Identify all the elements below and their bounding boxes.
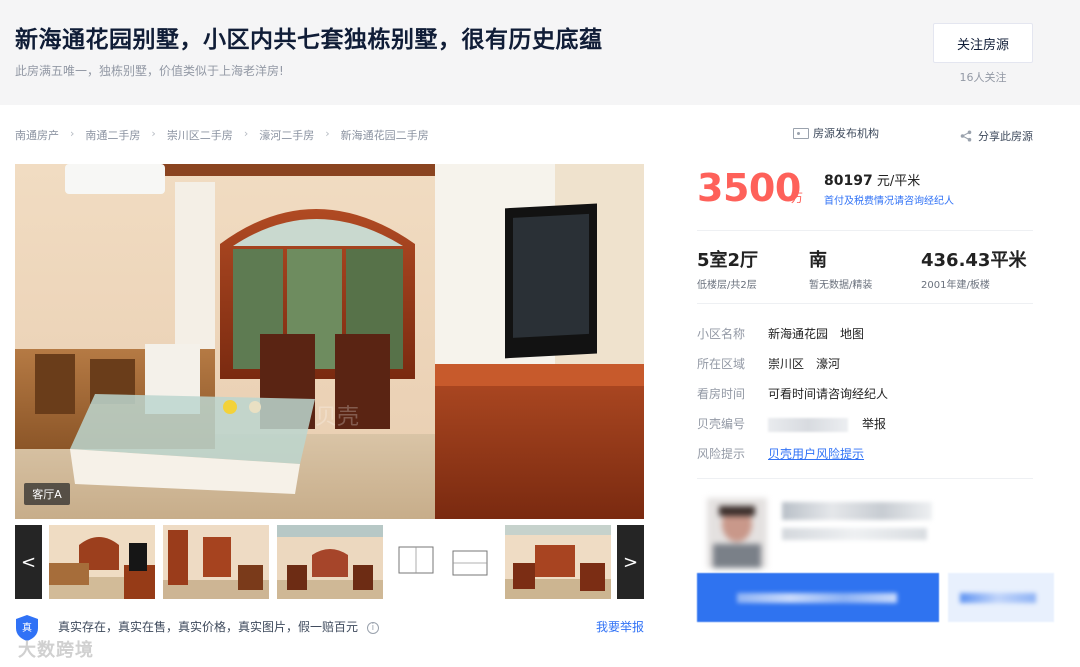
- breadcrumb-separator: ›: [243, 127, 249, 140]
- district-link[interactable]: 崇川区: [768, 357, 804, 371]
- info-icon[interactable]: i: [366, 621, 379, 634]
- listing-agency-link[interactable]: 房源发布机构: [793, 125, 879, 141]
- info-key: 所在区域: [697, 357, 746, 371]
- thumbnail-dining-room[interactable]: [277, 525, 383, 599]
- info-row-risk: 风险提示 贝壳用户风险提示: [697, 445, 888, 475]
- divider: [697, 303, 1033, 304]
- thumbnail-strip: < >: [15, 525, 644, 599]
- fact-orientation: 南 暂无数据/精装: [809, 246, 921, 291]
- tax-inquiry-link[interactable]: 首付及税费情况请咨询经纪人: [824, 192, 954, 207]
- breadcrumb-separator: ›: [151, 127, 156, 140]
- agent-secondary-label-redacted: [960, 593, 1036, 603]
- guarantee-text: 真实存在，真实在售，真实价格，真实图片，假一赔百元: [58, 620, 359, 634]
- thumbnail-room[interactable]: [163, 525, 269, 599]
- info-key: 看房时间: [697, 387, 746, 401]
- info-row-code: 贝壳编号 举报: [697, 415, 888, 445]
- info-row-area: 所在区域 崇川区 濠河: [697, 355, 888, 385]
- authenticity-guarantee: 真 真实存在，真实在售，真实价格，真实图片，假一赔百元 i 我要举报: [15, 614, 644, 650]
- contact-agent-label-redacted: [737, 593, 897, 603]
- listing-code-redacted: [768, 417, 848, 432]
- total-price-unit: 万: [791, 191, 804, 205]
- community-link[interactable]: 新海通花园: [768, 327, 828, 341]
- breadcrumb-item-community-resale[interactable]: 新海通花园二手房: [341, 127, 429, 143]
- risk-notice-link[interactable]: 贝壳用户风险提示: [768, 445, 864, 462]
- agent-detail-redacted: [782, 528, 927, 540]
- breadcrumb: 南通房产 › 南通二手房 › 崇川区二手房 › 濠河二手房 › 新海通花园二手房: [15, 127, 429, 143]
- follow-count: 16人关注: [959, 71, 1007, 84]
- room-label: 客厅A: [24, 483, 70, 505]
- thumbnail-living-room[interactable]: [49, 525, 155, 599]
- report-listing-link[interactable]: 我要举报: [596, 618, 644, 635]
- info-row-visit: 看房时间 可看时间请咨询经纪人: [697, 385, 888, 415]
- page-subtitle: 此房满五唯一，独栋别墅，价值类似于上海老洋房!: [15, 64, 284, 78]
- info-key: 贝壳编号: [697, 417, 746, 431]
- subdistrict-link[interactable]: 濠河: [816, 357, 840, 371]
- breadcrumb-separator: ›: [70, 127, 75, 140]
- share-icon: [960, 130, 972, 142]
- unit-price: 80197 元/平米: [824, 170, 920, 189]
- listing-header: 新海通花园别墅，小区内共七套独栋别墅，很有历史底蕴 此房满五唯一，独栋别墅，价值…: [0, 0, 1080, 105]
- info-value: 可看时间请咨询经纪人: [768, 387, 889, 401]
- thumbnail-floorplan[interactable]: [391, 525, 497, 599]
- follow-listing-button[interactable]: 关注房源: [933, 23, 1033, 63]
- fact-orientation-main: 南: [809, 250, 827, 271]
- info-value: 新海通花园 地图: [768, 325, 864, 342]
- fact-layout-main: 5室2厅: [697, 250, 759, 271]
- shield-label: 真: [22, 621, 32, 634]
- agent-secondary-button[interactable]: [948, 573, 1054, 622]
- info-row-community: 小区名称 新海通花园 地图: [697, 325, 888, 355]
- divider: [697, 230, 1033, 231]
- thumbnail-living-room-2[interactable]: [505, 525, 611, 599]
- breadcrumb-item-nantong-resale[interactable]: 南通二手房: [85, 127, 140, 143]
- svg-text:贝壳: 贝壳: [315, 405, 359, 430]
- fact-area-sub: 2001年建/板楼: [921, 280, 990, 291]
- main-listing-photo[interactable]: 贝壳: [15, 164, 644, 519]
- total-price: 3500: [697, 166, 801, 210]
- share-label: 分享此房源: [978, 130, 1033, 143]
- info-value: 举报: [768, 415, 886, 432]
- divider: [697, 478, 1033, 479]
- code-report-link[interactable]: 举报: [862, 417, 886, 431]
- info-value: 崇川区 濠河: [768, 355, 840, 372]
- id-card-icon: [793, 127, 809, 139]
- watermark-logo: 大数跨境: [18, 640, 94, 661]
- breadcrumb-item-nantong-realty[interactable]: 南通房产: [15, 127, 59, 143]
- contact-agent-button[interactable]: [697, 573, 939, 622]
- page-title: 新海通花园别墅，小区内共七套独栋别墅，很有历史底蕴: [15, 27, 603, 53]
- next-photo-button[interactable]: >: [617, 525, 644, 599]
- key-facts: 5室2厅 低楼层/共2层 南 暂无数据/精装 436.43平米 2001年建/板…: [697, 246, 1033, 291]
- fact-layout: 5室2厅 低楼层/共2层: [697, 246, 809, 291]
- breadcrumb-separator: ›: [325, 127, 330, 140]
- fact-area-main: 436.43平米: [921, 250, 1027, 271]
- breadcrumb-item-chongchuan-resale[interactable]: 崇川区二手房: [167, 127, 233, 143]
- prev-photo-button[interactable]: <: [15, 525, 42, 599]
- fact-area: 436.43平米 2001年建/板楼: [921, 246, 1033, 291]
- info-key: 风险提示: [697, 447, 746, 461]
- agency-label: 房源发布机构: [813, 127, 879, 140]
- fact-orientation-sub: 暂无数据/精装: [809, 280, 873, 291]
- map-link[interactable]: 地图: [840, 327, 864, 341]
- unit-price-value: 80197: [824, 173, 873, 189]
- info-key: 小区名称: [697, 327, 746, 341]
- fact-layout-sub: 低楼层/共2层: [697, 280, 757, 291]
- agent-name-redacted: [782, 502, 932, 520]
- listing-info: 小区名称 新海通花园 地图 所在区域 崇川区 濠河 看房时间 可看时间请咨询经纪人 …: [697, 325, 888, 475]
- breadcrumb-item-haohe-resale[interactable]: 濠河二手房: [259, 127, 314, 143]
- avatar: [707, 498, 767, 568]
- unit-price-suffix: 元/平米: [872, 174, 921, 189]
- share-listing-button[interactable]: 分享此房源: [960, 128, 1033, 144]
- guarantee-text-row: 真实存在，真实在售，真实价格，真实图片，假一赔百元 i: [58, 618, 379, 635]
